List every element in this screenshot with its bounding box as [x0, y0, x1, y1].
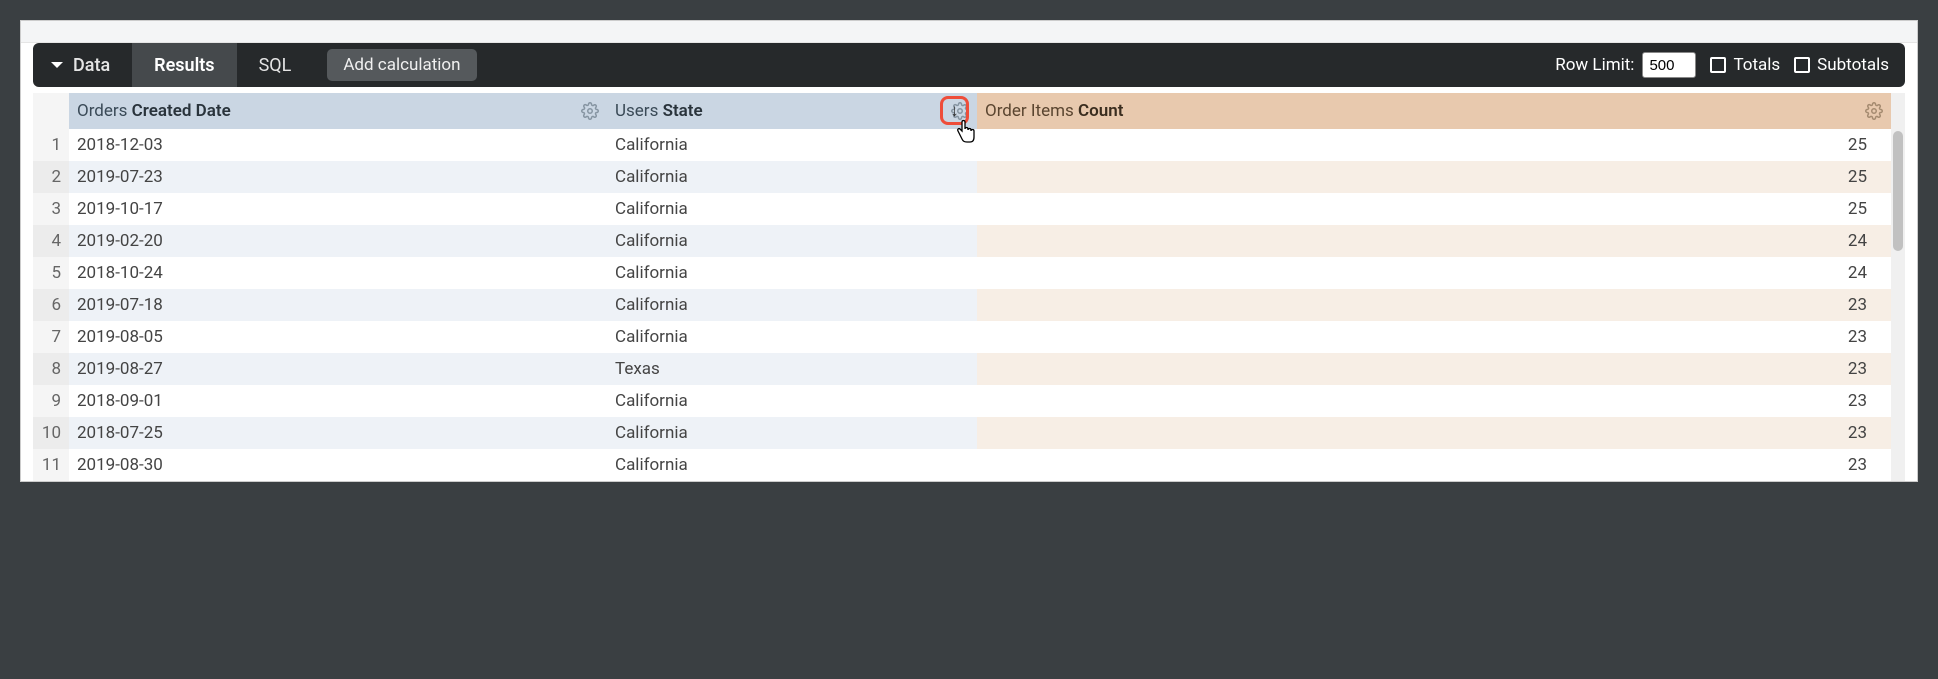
tab-sql[interactable]: SQL: [237, 43, 314, 87]
cell-state[interactable]: California: [607, 449, 977, 481]
table-row: 92018-09-01California23: [33, 385, 1905, 417]
row-number: 4: [33, 225, 69, 257]
cell-created-date[interactable]: 2019-07-23: [69, 161, 607, 193]
row-number: 10: [33, 417, 69, 449]
row-number: 11: [33, 449, 69, 481]
column-header-prefix: Orders: [77, 101, 132, 121]
cell-state[interactable]: California: [607, 225, 977, 257]
tab-sql-label: SQL: [259, 55, 292, 76]
table-row: 42019-02-20California24: [33, 225, 1905, 257]
row-number: 3: [33, 193, 69, 225]
add-calculation-label: Add calculation: [343, 55, 460, 75]
cell-created-date[interactable]: 2019-08-30: [69, 449, 607, 481]
results-tbody: 12018-12-03California2522019-07-23Califo…: [33, 129, 1905, 481]
cell-count[interactable]: 25: [977, 161, 1891, 193]
cell-count[interactable]: 23: [977, 417, 1891, 449]
results-toolbar: Data Results SQL Add calculation Row Lim…: [33, 43, 1905, 87]
row-number: 5: [33, 257, 69, 289]
cell-created-date[interactable]: 2018-12-03: [69, 129, 607, 161]
totals-checkbox[interactable]: Totals: [1710, 55, 1780, 75]
cell-created-date[interactable]: 2019-10-17: [69, 193, 607, 225]
cell-state[interactable]: California: [607, 193, 977, 225]
cell-count[interactable]: 23: [977, 449, 1891, 481]
gear-icon[interactable]: [951, 102, 969, 120]
table-row: 102018-07-25California23: [33, 417, 1905, 449]
cell-created-date[interactable]: 2018-09-01: [69, 385, 607, 417]
cell-created-date[interactable]: 2018-10-24: [69, 257, 607, 289]
column-header-prefix: Order Items: [985, 101, 1078, 121]
results-table: Orders Created Date Users State Order It…: [33, 93, 1905, 481]
cell-state[interactable]: Texas: [607, 353, 977, 385]
tab-data-label: Data: [73, 55, 110, 76]
cell-count[interactable]: 23: [977, 353, 1891, 385]
totals-label: Totals: [1733, 55, 1780, 75]
cell-state[interactable]: California: [607, 289, 977, 321]
cell-state[interactable]: California: [607, 385, 977, 417]
cell-state[interactable]: California: [607, 129, 977, 161]
table-row: 32019-10-17California25: [33, 193, 1905, 225]
checkbox-icon: [1794, 57, 1810, 73]
column-header-users-state[interactable]: Users State: [607, 93, 977, 129]
gear-icon[interactable]: [581, 102, 599, 120]
column-header-field: Count: [1078, 101, 1123, 121]
cell-created-date[interactable]: 2019-02-20: [69, 225, 607, 257]
cell-created-date[interactable]: 2019-08-27: [69, 353, 607, 385]
cell-state[interactable]: California: [607, 257, 977, 289]
table-row: 12018-12-03California25: [33, 129, 1905, 161]
toolbar-tabs: Data Results SQL Add calculation: [33, 43, 477, 87]
tab-results-label: Results: [154, 55, 214, 76]
cell-created-date[interactable]: 2019-07-18: [69, 289, 607, 321]
cell-state[interactable]: California: [607, 161, 977, 193]
cell-count[interactable]: 23: [977, 385, 1891, 417]
tab-data[interactable]: Data: [33, 43, 132, 87]
cell-count[interactable]: 23: [977, 289, 1891, 321]
row-limit-label: Row Limit:: [1555, 55, 1634, 75]
cell-state[interactable]: California: [607, 417, 977, 449]
cell-count[interactable]: 23: [977, 321, 1891, 353]
cell-created-date[interactable]: 2019-08-05: [69, 321, 607, 353]
scrollbar-track[interactable]: [1891, 129, 1905, 481]
rownum-header: [33, 93, 69, 129]
table-row: 52018-10-24California24: [33, 257, 1905, 289]
table-row: 22019-07-23California25: [33, 161, 1905, 193]
row-number: 9: [33, 385, 69, 417]
cell-count[interactable]: 24: [977, 257, 1891, 289]
subtotals-label: Subtotals: [1817, 55, 1889, 75]
table-row: 112019-08-30California23: [33, 449, 1905, 481]
scrollbar-track-header: [1891, 93, 1905, 129]
results-table-wrap: ↓ Orders Created Date: [33, 93, 1905, 481]
chevron-down-icon: [51, 62, 63, 68]
toolbar-controls: Row Limit: Descending, Sort Order: 1 Tot…: [1555, 43, 1905, 87]
cell-count[interactable]: 24: [977, 225, 1891, 257]
gear-icon[interactable]: [1865, 102, 1883, 120]
row-number: 2: [33, 161, 69, 193]
row-limit-control: Row Limit: Descending, Sort Order: 1: [1555, 52, 1696, 78]
cell-count[interactable]: 25: [977, 129, 1891, 161]
tab-results[interactable]: Results: [132, 43, 236, 87]
panel-header-strip: [21, 21, 1917, 43]
row-number: 7: [33, 321, 69, 353]
explore-panel: Data Results SQL Add calculation Row Lim…: [20, 20, 1918, 482]
table-row: 82019-08-27Texas23: [33, 353, 1905, 385]
cell-count[interactable]: 25: [977, 193, 1891, 225]
column-header-field: Created Date: [132, 101, 231, 121]
cell-state[interactable]: California: [607, 321, 977, 353]
column-header-order-items-count[interactable]: Order Items Count: [977, 93, 1891, 129]
column-header-orders-created-date[interactable]: Orders Created Date: [69, 93, 607, 129]
column-header-prefix: Users: [615, 101, 663, 121]
row-number: 6: [33, 289, 69, 321]
row-number: 8: [33, 353, 69, 385]
table-row: 72019-08-05California23: [33, 321, 1905, 353]
scrollbar-thumb[interactable]: [1893, 131, 1903, 251]
checkbox-icon: [1710, 57, 1726, 73]
column-header-field: State: [663, 101, 703, 121]
subtotals-checkbox[interactable]: Subtotals: [1794, 55, 1889, 75]
add-calculation-button[interactable]: Add calculation: [327, 49, 476, 81]
table-row: 62019-07-18California23: [33, 289, 1905, 321]
row-limit-input[interactable]: [1642, 52, 1696, 78]
cell-created-date[interactable]: 2018-07-25: [69, 417, 607, 449]
row-number: 1: [33, 129, 69, 161]
